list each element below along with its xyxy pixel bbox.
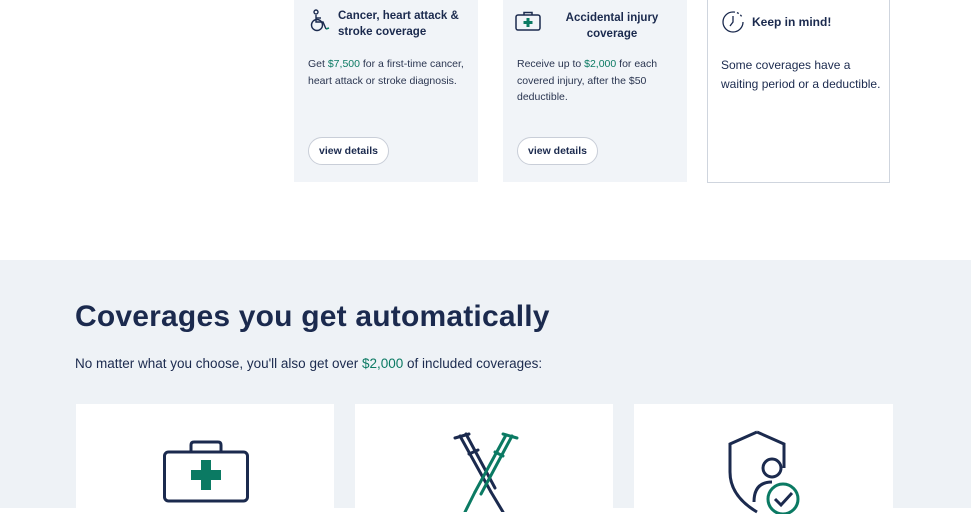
first-aid-kit-icon <box>515 11 541 31</box>
note-title: Keep in mind! <box>752 15 832 29</box>
timer-icon <box>722 11 744 33</box>
view-details-button[interactable]: view details <box>308 137 389 165</box>
crutches-icon <box>453 432 519 512</box>
included-coverage-card <box>355 404 613 514</box>
automatic-coverages-section: Coverages you get automatically No matte… <box>0 260 971 514</box>
included-coverage-card <box>634 404 893 514</box>
included-coverage-card <box>76 404 334 514</box>
coverage-options-section: Cancer, heart attack & stroke coverage G… <box>0 0 971 260</box>
view-details-button[interactable]: view details <box>517 137 598 165</box>
first-aid-kit-icon <box>163 440 249 503</box>
card-description: Receive up to $2,000 for each covered in… <box>517 58 658 103</box>
section-subtitle: No matter what you choose, you'll also g… <box>75 356 543 371</box>
accidental-injury-card: Accidental injury coverage Receive up to… <box>503 0 687 182</box>
section-heading: Coverages you get automatically <box>75 300 550 333</box>
card-description: Get $7,500 for a first-time cancer, hear… <box>308 58 464 87</box>
wheelchair-icon <box>310 9 330 32</box>
card-title: Accidental injury coverage <box>565 12 659 40</box>
shield-person-check-icon <box>728 430 800 514</box>
cancer-coverage-card: Cancer, heart attack & stroke coverage G… <box>294 0 478 182</box>
keep-in-mind-note: Keep in mind! Some coverages have a wait… <box>707 0 890 183</box>
note-description: Some coverages have a waiting period or … <box>721 58 881 91</box>
card-title: Cancer, heart attack & stroke coverage <box>338 10 459 38</box>
